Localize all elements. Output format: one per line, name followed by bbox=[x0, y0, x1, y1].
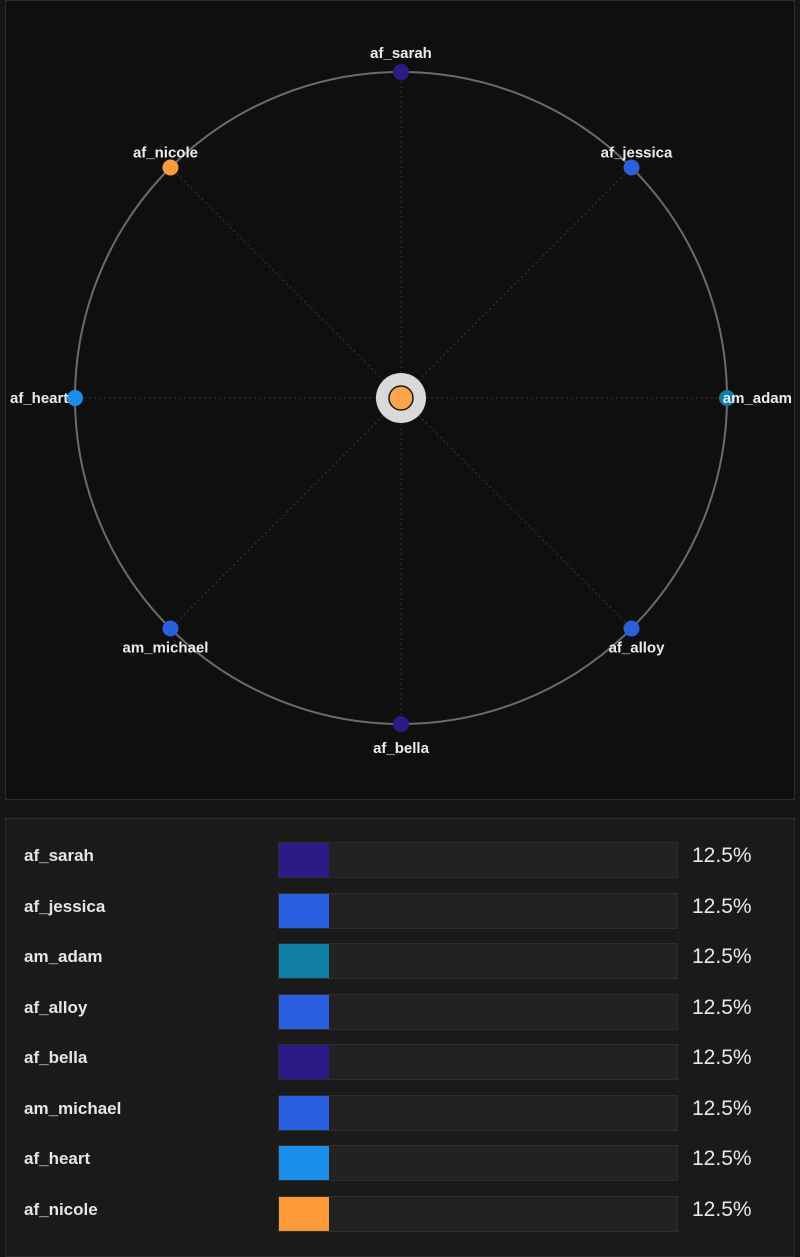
voice-node-label-am_michael: am_michael bbox=[123, 640, 209, 657]
voice-row-label: af_jessica bbox=[24, 896, 106, 916]
voice-weight-slider[interactable] bbox=[278, 1195, 678, 1232]
voice-row-af_heart: af_heart 12.5% bbox=[6, 1140, 796, 1190]
voice-weight-fill bbox=[279, 1045, 329, 1079]
voice-node-af_jessica[interactable] bbox=[623, 159, 640, 176]
voice-node-label-af_jessica: af_jessica bbox=[601, 144, 673, 161]
voice-weight-fill bbox=[279, 944, 329, 978]
voice-weight-slider[interactable] bbox=[278, 943, 678, 979]
voice-row-am_adam: am_adam 12.5% bbox=[6, 938, 796, 988]
spoke-af_alloy bbox=[400, 397, 632, 629]
voice-node-af_alloy[interactable] bbox=[623, 620, 640, 637]
voice-weight-percent: 12.5% bbox=[692, 844, 752, 867]
voice-node-label-am_adam: am_adam bbox=[723, 390, 792, 407]
voice-row-label: af_bella bbox=[24, 1048, 88, 1067]
voice-mixer-svg: af_sarah af_jessica am_adam af_alloy af_bell… bbox=[10, 45, 792, 757]
voice-row-label: af_alloy bbox=[24, 997, 88, 1017]
voice-node-af_sarah[interactable] bbox=[393, 64, 409, 80]
voice-row-af_sarah: af_sarah 12.5% bbox=[6, 837, 796, 887]
voice-weight-fill bbox=[279, 1146, 329, 1180]
voice-row-af_alloy: af_alloy 12.5% bbox=[6, 989, 796, 1039]
voice-weights-panel: af_sarah 12.5% af_jessica 12.5% am_adam 12.5%… bbox=[5, 818, 795, 1257]
voice-weight-fill bbox=[279, 893, 329, 928]
voice-node-label-af_nicole: af_nicole bbox=[133, 144, 198, 161]
voice-row-af_jessica: af_jessica 12.5% bbox=[6, 888, 796, 938]
voice-node-af_bella[interactable] bbox=[393, 716, 409, 732]
voice-weight-fill bbox=[279, 1196, 329, 1231]
voice-row-am_michael: am_michael 12.5% bbox=[6, 1090, 796, 1140]
voice-node-label-af_alloy: af_alloy bbox=[609, 640, 666, 657]
voice-weight-percent: 12.5% bbox=[692, 995, 752, 1019]
voice-weight-percent: 12.5% bbox=[692, 1147, 752, 1170]
voice-weight-percent: 12.5% bbox=[692, 1197, 752, 1221]
voice-node-label-af_heart: af_heart bbox=[10, 390, 68, 407]
voice-weight-percent: 12.5% bbox=[692, 1046, 752, 1069]
voice-row-label: am_adam bbox=[24, 947, 103, 966]
spoke-am_michael bbox=[170, 397, 402, 629]
voice-row-af_bella: af_bella 12.5% bbox=[6, 1039, 796, 1089]
voice-weight-percent: 12.5% bbox=[692, 945, 752, 968]
voice-weight-slider[interactable] bbox=[278, 892, 678, 929]
voice-row-af_nicole: af_nicole 12.5% bbox=[6, 1191, 796, 1241]
voice-row-label: af_heart bbox=[24, 1149, 91, 1168]
spoke-af_nicole bbox=[170, 167, 402, 399]
voice-mixer-circle-panel: af_sarah af_jessica am_adam af_alloy af_bell… bbox=[5, 0, 795, 800]
voice-weight-percent: 12.5% bbox=[692, 894, 752, 918]
voice-weight-fill bbox=[279, 994, 329, 1029]
spoke-af_jessica bbox=[400, 167, 632, 399]
voice-node-label-af_sarah: af_sarah bbox=[370, 45, 432, 62]
center-handle[interactable] bbox=[376, 373, 426, 423]
voice-weight-slider[interactable] bbox=[278, 1094, 678, 1131]
voice-weight-slider[interactable] bbox=[278, 993, 678, 1030]
voice-node-af_heart[interactable] bbox=[67, 390, 83, 406]
voice-row-label: af_sarah bbox=[24, 846, 94, 865]
voice-row-label: af_nicole bbox=[24, 1199, 98, 1219]
voice-weight-slider[interactable] bbox=[278, 1044, 678, 1080]
voice-node-label-af_bella: af_bella bbox=[373, 740, 430, 757]
center-handle-knob[interactable] bbox=[388, 385, 414, 411]
voice-weight-slider[interactable] bbox=[278, 1145, 678, 1181]
voice-row-label: am_michael bbox=[24, 1098, 122, 1118]
voice-weight-percent: 12.5% bbox=[692, 1096, 752, 1120]
voice-weight-fill bbox=[279, 1095, 329, 1130]
voice-node-am_michael[interactable] bbox=[162, 620, 179, 637]
voice-weight-slider[interactable] bbox=[278, 842, 678, 878]
voice-node-af_nicole[interactable] bbox=[162, 159, 179, 176]
voice-weight-fill bbox=[279, 843, 329, 877]
